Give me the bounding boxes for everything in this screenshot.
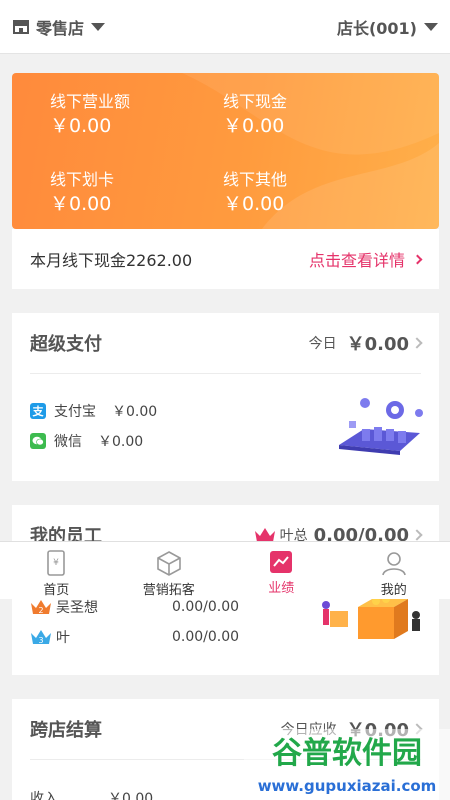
pay-method-name: 支付宝 [54, 404, 96, 420]
super-pay-header: 超级支付 今日 ￥0.00 [12, 313, 439, 373]
staff-name: 吴圣想 [56, 600, 98, 616]
stat-label: 线下营业额 [50, 92, 131, 111]
stat-offline-cash: 线下现金 ￥0.00 [223, 92, 287, 138]
income-label: 收入 [30, 791, 58, 800]
pay-method-wechat: 微信 ￥0.00 [30, 431, 143, 451]
staff-illustration-icon [322, 595, 420, 639]
today-label: 今日 [308, 336, 337, 352]
marketing-box-icon [156, 551, 181, 576]
rank-number: 3 [38, 636, 43, 645]
alipay-icon: 支 [30, 403, 46, 419]
stat-label: 线下现金 [223, 92, 288, 111]
pay-method-alipay: 支 支付宝 ￥0.00 [30, 401, 157, 421]
stat-value: ￥0.00 [223, 115, 285, 137]
pay-method-name: 微信 [54, 434, 82, 450]
store-selector[interactable]: 零售店 [12, 15, 106, 39]
user-selector[interactable]: 店长(001) [337, 15, 438, 39]
pay-method-amount: ￥0.00 [112, 404, 158, 420]
profile-icon [381, 552, 406, 576]
tab-home[interactable]: ¥ 首页 [0, 542, 113, 599]
watermark-logo: 谷普软件园 www.gupuxiazai.com [244, 725, 450, 800]
crown-icon: 2 [31, 600, 51, 615]
tab-profile[interactable]: 我的 [338, 542, 450, 599]
income-value: ￥0.00 [108, 791, 154, 800]
stat-value: ￥0.00 [223, 193, 285, 215]
chevron-down-icon [424, 22, 438, 31]
staff-row: 2 吴圣想 0.00/0.00 [30, 597, 239, 617]
crown-icon: 3 [31, 630, 51, 645]
today-value: ￥0.00 [346, 334, 409, 355]
cross-store-title: 跨店结算 [30, 720, 102, 741]
chevron-down-icon [91, 22, 106, 31]
staff-amount: 0.00/0.00 [172, 599, 240, 615]
stat-offline-revenue: 线下营业额 ￥0.00 [50, 92, 130, 138]
staff-row: 3 叶 0.00/0.00 [30, 627, 239, 647]
tab-label: 我的 [380, 583, 407, 598]
store-label: 零售店 [36, 18, 85, 38]
tab-performance[interactable]: 业绩 [225, 542, 338, 599]
tab-label: 营销拓客 [142, 583, 195, 598]
income-row: 收入 ￥0.00 [30, 788, 153, 800]
monthly-cash-text: 本月线下现金2262.00 [30, 251, 193, 270]
super-pay-title: 超级支付 [30, 334, 102, 355]
stat-value: ￥0.00 [50, 115, 112, 137]
top-bar: 零售店 店长(001) [0, 0, 450, 54]
performance-chart-icon [270, 551, 293, 573]
tab-marketing[interactable]: 营销拓客 [113, 542, 226, 599]
wechat-icon [30, 433, 46, 449]
stat-label: 线下其他 [223, 170, 288, 189]
user-label: 店长(001) [336, 18, 417, 38]
watermark-url: www.gupuxiazai.com [258, 777, 437, 795]
chevron-right-icon [412, 254, 423, 264]
stat-offline-other: 线下其他 ￥0.00 [223, 170, 287, 216]
super-pay-today: 今日 ￥0.00 [308, 330, 423, 356]
watermark-brand: 谷普软件园 [272, 736, 422, 771]
super-pay-card[interactable]: 超级支付 今日 ￥0.00 支 支付宝 ￥0.00 微信 ￥0.00 [12, 313, 439, 481]
stat-offline-card: 线下划卡 ￥0.00 [50, 170, 114, 216]
store-icon [12, 19, 30, 34]
offline-stats-card: 线下营业额 ￥0.00 线下现金 ￥0.00 线下划卡 ￥0.00 线下其他 ￥… [12, 73, 439, 229]
view-details-link[interactable]: 点击查看详情 [308, 247, 423, 271]
view-details-label: 点击查看详情 [308, 251, 405, 270]
tab-label: 首页 [43, 583, 70, 598]
rank-number: 2 [38, 606, 43, 615]
payment-illustration-icon [339, 398, 423, 455]
stat-value: ￥0.00 [50, 193, 112, 215]
chevron-right-icon [411, 529, 423, 541]
svg-text:¥: ¥ [53, 558, 59, 568]
tab-label: 业绩 [268, 581, 295, 596]
staff-amount: 0.00/0.00 [172, 629, 240, 645]
staff-name: 叶 [56, 630, 70, 646]
pay-method-amount: ￥0.00 [98, 434, 144, 450]
bottom-navigation: ¥ 首页 营销拓客 业绩 我的 [0, 541, 450, 599]
home-icon: ¥ [47, 550, 66, 576]
chevron-right-icon [411, 337, 423, 349]
stat-label: 线下划卡 [50, 170, 115, 189]
monthly-cash-row: 本月线下现金2262.00 点击查看详情 [12, 229, 439, 289]
divider [30, 373, 421, 374]
